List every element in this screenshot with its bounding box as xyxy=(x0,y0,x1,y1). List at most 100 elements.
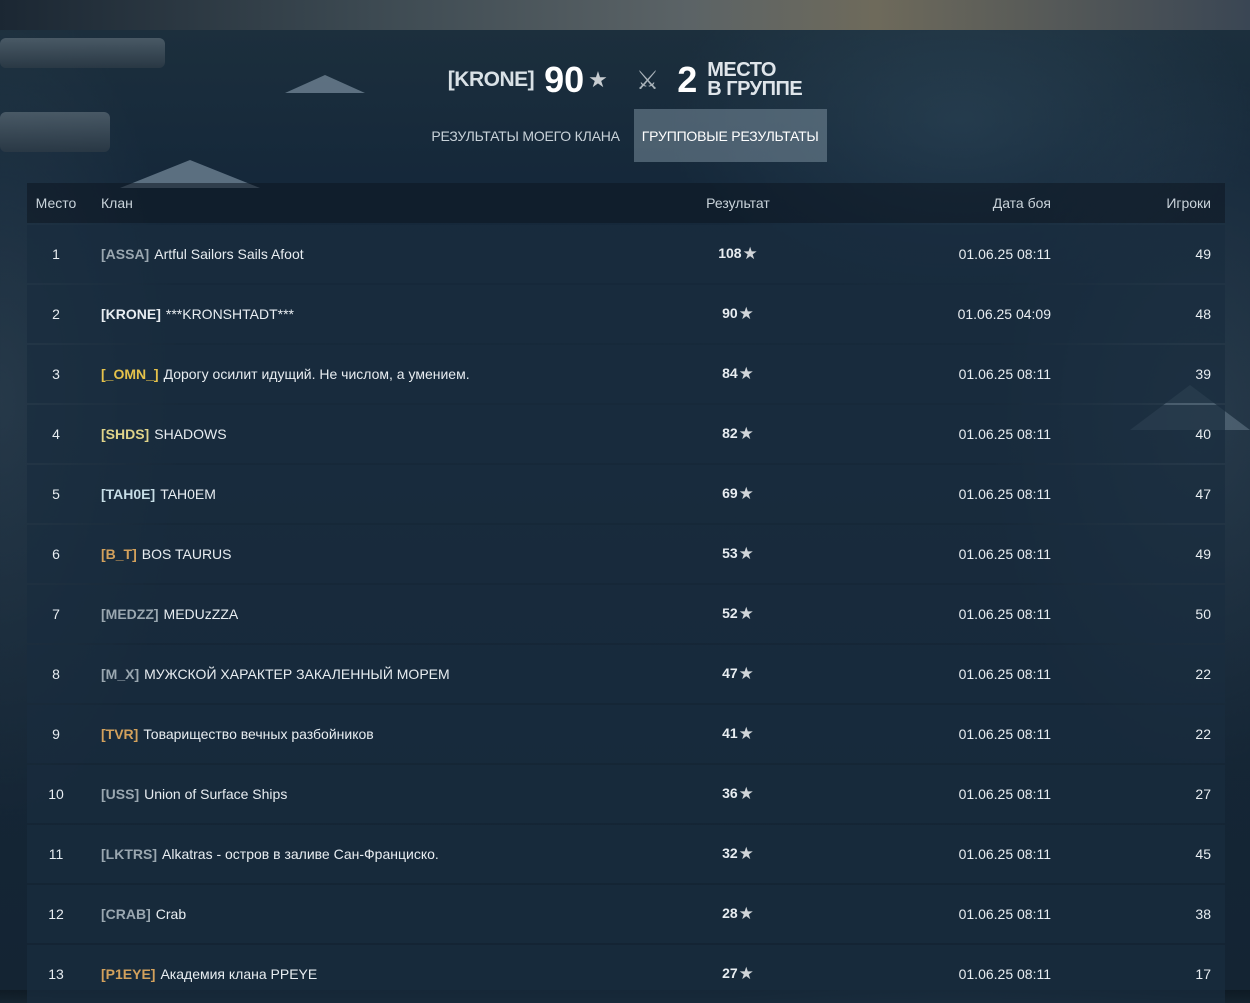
clan-tag: [TVR] xyxy=(101,726,139,742)
result-cell: 27★ xyxy=(683,964,793,984)
clan-tag: [CRAB] xyxy=(101,906,151,922)
star-icon: ★ xyxy=(738,364,754,383)
place-cell: 13 xyxy=(48,966,64,982)
group-results-table: Место Клан Результат Дата боя Игроки 1 [A… xyxy=(27,183,1225,1003)
players-cell: 39 xyxy=(1195,366,1211,382)
result-cell: 108★ xyxy=(683,244,793,264)
clan-tag: [TAH0E] xyxy=(101,486,156,502)
players-cell: 45 xyxy=(1195,846,1211,862)
players-cell: 47 xyxy=(1195,486,1211,502)
table-row[interactable]: 12 [CRAB] Crab 28★ 01.06.25 08:11 38 xyxy=(27,885,1225,943)
tab-group-results[interactable]: ГРУППОВЫЕ РЕЗУЛЬТАТЫ xyxy=(633,109,827,162)
result-value: 53 xyxy=(722,545,738,561)
crossed-swords-icon: ⚔ xyxy=(635,64,660,95)
clan-cell: [B_T] BOS TAURUS xyxy=(85,546,683,562)
tab-my-clan-results[interactable]: РЕЗУЛЬТАТЫ МОЕГО КЛАНА xyxy=(423,109,627,162)
table-row[interactable]: 9 [TVR] Товарищество вечных разбойников 41★… xyxy=(27,705,1225,763)
result-value: 36 xyxy=(722,785,738,801)
clan-cell: [P1EYE] Академия клана PPEYE xyxy=(85,966,683,982)
place-cell: 1 xyxy=(52,246,60,262)
date-cell: 01.06.25 08:11 xyxy=(958,366,1051,382)
place-cell: 4 xyxy=(52,426,60,442)
place-cell: 6 xyxy=(52,546,60,562)
star-icon: ★ xyxy=(742,244,758,263)
place-cell: 11 xyxy=(48,846,64,862)
place-cell: 12 xyxy=(48,906,64,922)
place-cell: 5 xyxy=(52,486,60,502)
table-row[interactable]: 5 [TAH0E] TAH0EM 69★ 01.06.25 08:11 47 xyxy=(27,465,1225,523)
clan-cell: [TAH0E] TAH0EM xyxy=(85,486,683,502)
date-cell: 01.06.25 04:09 xyxy=(957,306,1051,322)
place-cell: 2 xyxy=(52,306,60,322)
column-header-date[interactable]: Дата боя xyxy=(793,195,1051,211)
star-icon: ★ xyxy=(738,844,754,863)
players-cell: 38 xyxy=(1195,906,1211,922)
date-cell: 01.06.25 08:11 xyxy=(958,906,1051,922)
table-row[interactable]: 3 [_OMN_] Дорогу осилит идущий. Не числом,… xyxy=(27,345,1225,403)
table-header: Место Клан Результат Дата боя Игроки xyxy=(27,183,1225,223)
result-value: 27 xyxy=(722,965,738,981)
column-header-clan[interactable]: Клан xyxy=(85,195,683,211)
result-value: 84 xyxy=(722,365,738,381)
table-row[interactable]: 11 [LKTRS] Alkatras - остров в заливе Сан-… xyxy=(27,825,1225,883)
date-cell: 01.06.25 08:11 xyxy=(958,666,1051,682)
clan-cell: [MEDZZ] MEDUzZZA xyxy=(85,606,683,622)
result-cell: 90★ xyxy=(683,304,793,324)
result-value: 28 xyxy=(722,905,738,921)
date-cell: 01.06.25 08:11 xyxy=(958,486,1051,502)
result-cell: 82★ xyxy=(683,424,793,444)
star-icon: ★ xyxy=(738,544,754,563)
result-cell: 53★ xyxy=(683,544,793,564)
clan-cell: [TVR] Товарищество вечных разбойников xyxy=(85,726,683,742)
table-row[interactable]: 1 [ASSA] Artful Sailors Sails Afoot 108★ 01.… xyxy=(27,225,1225,283)
column-header-players[interactable]: Игроки xyxy=(1051,195,1225,211)
table-row[interactable]: 4 [SHDS] SHADOWS 82★ 01.06.25 08:11 40 xyxy=(27,405,1225,463)
players-cell: 49 xyxy=(1195,246,1211,262)
players-cell: 49 xyxy=(1195,546,1211,562)
clan-name: Crab xyxy=(155,906,187,922)
clan-name: Академия клана PPEYE xyxy=(160,966,318,982)
table-row[interactable]: 10 [USS] Union of Surface Ships 36★ 01.06.25… xyxy=(27,765,1225,823)
date-cell: 01.06.25 08:11 xyxy=(958,426,1051,442)
clan-tag: [M_X] xyxy=(101,666,140,682)
group-rank-label: МЕСТО В ГРУППЕ xyxy=(707,59,803,100)
clan-tag: [KRONE] xyxy=(101,306,161,322)
clan-name: Товарищество вечных разбойников xyxy=(143,726,374,742)
players-cell: 17 xyxy=(1195,966,1211,982)
players-cell: 48 xyxy=(1195,306,1211,322)
place-cell: 8 xyxy=(52,666,60,682)
result-value: 52 xyxy=(722,605,738,621)
column-header-place[interactable]: Место xyxy=(27,195,85,211)
clan-name: MEDUzZZA xyxy=(163,606,239,622)
table-row[interactable]: 6 [B_T] BOS TAURUS 53★ 01.06.25 08:11 49 xyxy=(27,525,1225,583)
star-icon: ★ xyxy=(738,964,754,983)
clan-cell: [CRAB] Crab xyxy=(85,906,683,922)
result-cell: 47★ xyxy=(683,664,793,684)
my-clan-score: 90 xyxy=(544,59,585,100)
table-row[interactable]: 2 [KRONE] ***KRONSHTADT*** 90★ 01.06.25 04:0… xyxy=(27,285,1225,343)
date-cell: 01.06.25 08:11 xyxy=(958,966,1051,982)
clan-tag: [MEDZZ] xyxy=(101,606,159,622)
clan-summary-header: [KRONE] 90 ★ ⚔ 2 МЕСТО В ГРУППЕ xyxy=(0,55,1250,105)
clan-tag: [LKTRS] xyxy=(101,846,157,862)
my-clan-tag: [KRONE] xyxy=(447,68,535,91)
date-cell: 01.06.25 08:11 xyxy=(958,606,1051,622)
star-icon: ★ xyxy=(738,904,754,923)
column-header-result[interactable]: Результат xyxy=(683,195,793,211)
result-value: 82 xyxy=(722,425,738,441)
clan-tag: [_OMN_] xyxy=(101,366,159,382)
place-cell: 3 xyxy=(52,366,60,382)
clan-name: Union of Surface Ships xyxy=(144,786,288,802)
table-row[interactable]: 7 [MEDZZ] MEDUzZZA 52★ 01.06.25 08:11 50 xyxy=(27,585,1225,643)
table-row[interactable]: 8 [M_X] МУЖСКОЙ ХАРАКТЕР ЗАКАЛЕННЫЙ МОРЕМ 4… xyxy=(27,645,1225,703)
clan-tag: [P1EYE] xyxy=(101,966,156,982)
star-icon: ★ xyxy=(738,604,754,623)
star-icon: ★ xyxy=(738,724,754,743)
result-cell: 41★ xyxy=(683,724,793,744)
results-tabs: РЕЗУЛЬТАТЫ МОЕГО КЛАНА ГРУППОВЫЕ РЕЗУЛЬТ… xyxy=(0,109,1250,162)
star-icon: ★ xyxy=(738,784,754,803)
clan-cell: [ASSA] Artful Sailors Sails Afoot xyxy=(85,246,683,262)
clan-name: Дорогу осилит идущий. Не числом, а умени… xyxy=(163,366,470,382)
result-cell: 36★ xyxy=(683,784,793,804)
table-row[interactable]: 13 [P1EYE] Академия клана PPEYE 27★ 01.06.25… xyxy=(27,945,1225,1003)
